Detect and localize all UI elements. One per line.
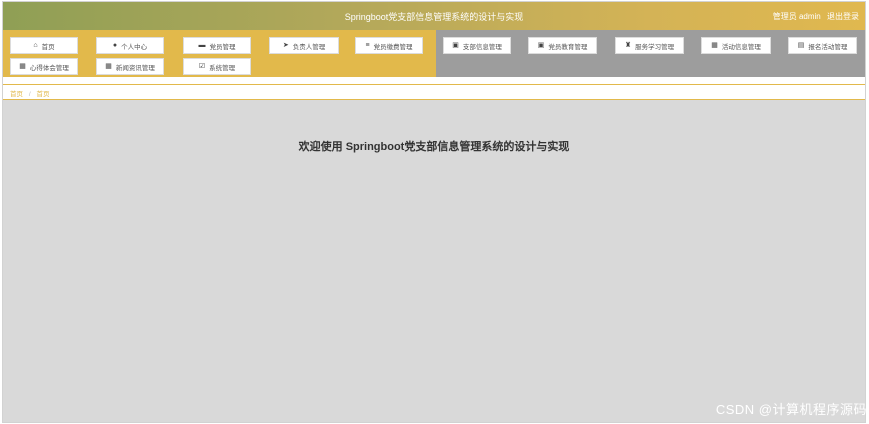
app-frame: Springboot党支部信息管理系统的设计与实现 管理员 admin 退出登录… [2, 1, 866, 423]
trophy-icon: ♜ [624, 42, 632, 49]
user-icon: ● [112, 42, 118, 49]
menu-item-service-study[interactable]: ♜ 服务学习管理 [615, 37, 684, 54]
menu-item-fees[interactable]: ≡ 党员缴费管理 [355, 37, 423, 54]
breadcrumb-root[interactable]: 首页 [10, 91, 23, 98]
clipboard-icon: ▣ [452, 42, 459, 49]
main-content: 欢迎使用 Springboot党支部信息管理系统的设计与实现 [3, 100, 865, 422]
checkbox-icon: ☑ [198, 63, 206, 70]
menu-item-label: 报名活动管理 [808, 43, 848, 51]
menu-item-label: 服务学习管理 [635, 43, 675, 51]
menu-item-label: 活动信息管理 [721, 43, 761, 51]
sliders-icon: ≡ [365, 42, 370, 49]
menu-item-label: 党员缴费管理 [373, 43, 413, 51]
grid-icon: ▦ [711, 42, 718, 49]
menu-item-label: 党员管理 [209, 43, 236, 51]
menu-item-news[interactable]: ▦ 新闻资讯管理 [96, 58, 164, 75]
menu-item-label: 个人中心 [121, 43, 148, 51]
welcome-heading: 欢迎使用 Springboot党支部信息管理系统的设计与实现 [298, 141, 570, 153]
menu-item-activity-info[interactable]: ▦ 活动信息管理 [701, 37, 771, 54]
menu-item-branch-info[interactable]: ▣ 支部信息管理 [443, 37, 511, 54]
menu-item-system[interactable]: ☑ 系统管理 [183, 58, 251, 75]
grid-icon: ▦ [19, 63, 26, 70]
home-icon: ⌂ [33, 42, 38, 49]
watermark: CSDN @计算机程序源码 [715, 402, 867, 417]
user-area: 管理员 admin 退出登录 [769, 11, 859, 22]
top-header: Springboot党支部信息管理系统的设计与实现 管理员 admin 退出登录 [3, 2, 865, 30]
menu-item-label: 心得体会管理 [29, 64, 69, 72]
send-icon: ➤ [282, 42, 289, 49]
menu-item-registration[interactable]: ▤ 报名活动管理 [788, 37, 857, 54]
menu-item-home[interactable]: ⌂ 首页 [10, 37, 78, 54]
breadcrumb-separator: / [28, 91, 31, 98]
logout-link[interactable]: 退出登录 [827, 12, 859, 21]
menu-item-profile[interactable]: ● 个人中心 [96, 37, 164, 54]
app-title: Springboot党支部信息管理系统的设计与实现 [344, 12, 524, 22]
menu-item-education[interactable]: ▣ 党员教育管理 [528, 37, 597, 54]
menu-item-label: 新闻资讯管理 [115, 64, 155, 72]
menu-item-label: 首页 [41, 43, 55, 51]
breadcrumb-current: 首页 [36, 91, 50, 98]
menu-item-experience[interactable]: ▦ 心得体会管理 [10, 58, 78, 75]
main-menu: ⌂ 首页 ● 个人中心 ▬ 党员管理 ➤ 负责人管理 ≡ 党员缴费管理 ▣ 支部… [3, 30, 865, 77]
breadcrumb-bar: 首页 / 首页 [3, 77, 865, 100]
book-icon: ▤ [797, 42, 805, 49]
menu-item-label: 系统管理 [209, 64, 236, 72]
breadcrumb: 首页 / 首页 [10, 88, 49, 98]
menu-item-label: 负责人管理 [292, 43, 326, 51]
menu-item-label: 党员教育管理 [548, 43, 588, 51]
user-label: 管理员 admin [772, 12, 821, 21]
menu-item-leaders[interactable]: ➤ 负责人管理 [269, 37, 339, 54]
grid-icon: ▦ [105, 63, 112, 70]
briefcase-icon: ▬ [198, 42, 206, 49]
menu-item-label: 支部信息管理 [462, 43, 502, 51]
clipboard-icon: ▣ [537, 42, 545, 49]
divider [3, 84, 865, 85]
menu-item-members[interactable]: ▬ 党员管理 [183, 37, 251, 54]
